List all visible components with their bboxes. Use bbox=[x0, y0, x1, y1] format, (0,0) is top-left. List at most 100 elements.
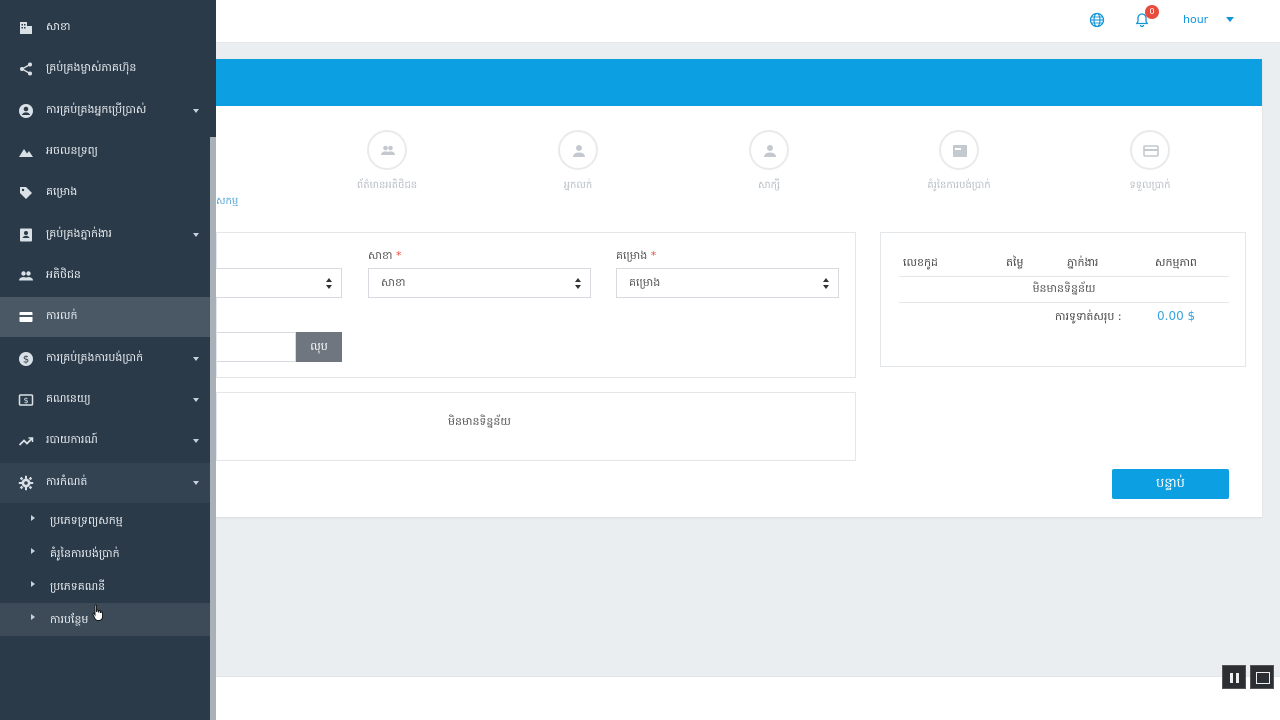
dollar-icon: $ bbox=[18, 351, 34, 367]
calendar-icon bbox=[939, 130, 979, 170]
search-input[interactable] bbox=[217, 332, 296, 362]
step-seller[interactable]: អ្នកលក់ bbox=[518, 130, 638, 193]
sidebar-subitem-label: ប្រភេទគណនី bbox=[50, 580, 106, 593]
credit-card-icon bbox=[18, 309, 34, 325]
picture-in-picture-button[interactable] bbox=[1250, 665, 1274, 689]
step-label-products[interactable]: សកម្ម bbox=[216, 194, 238, 209]
svg-text:$: $ bbox=[23, 396, 28, 405]
sidebar-item-label: ការគ្រប់គ្រងអ្នកប្រើប្រាស់ bbox=[46, 103, 147, 116]
pause-button[interactable] bbox=[1222, 665, 1246, 689]
caret-right-icon bbox=[31, 548, 35, 554]
sidebar-item-label: សាខា bbox=[46, 20, 71, 33]
card-header bbox=[216, 59, 1262, 106]
column-header: ភ្នាក់ងារ bbox=[1067, 256, 1099, 269]
next-button[interactable]: បន្ទាប់ bbox=[1112, 469, 1229, 499]
user-icon bbox=[558, 130, 598, 170]
column-header: សកម្មភាព bbox=[1155, 256, 1197, 269]
summary-table-header: លេខកូដ តម្លៃ ភ្នាក់ងារ សកម្មភាព bbox=[899, 251, 1229, 277]
users-icon bbox=[367, 130, 407, 170]
sidebar-item-label: គ្រប់គ្រងភ្នាក់ងារ bbox=[46, 227, 112, 240]
credit-card-icon bbox=[1130, 130, 1170, 170]
notification-badge: 0 bbox=[1145, 5, 1159, 19]
chevron-down-icon[interactable] bbox=[1226, 17, 1234, 22]
branch-select[interactable]: សាខា bbox=[368, 268, 591, 298]
sidebar-subitem-additions[interactable]: ការបន្ថែម bbox=[0, 603, 210, 636]
chevron-down-icon bbox=[193, 357, 199, 361]
sidebar-item-accounting[interactable]: $ គណនេយ្យ bbox=[0, 380, 210, 420]
sidebar-item-label: អតិថិជន bbox=[46, 268, 81, 281]
gear-icon bbox=[18, 475, 34, 491]
step-label: គំរូនៃការបង់ប្រាក់ bbox=[927, 180, 991, 191]
sidebar-subitem-label: ប្រភេទទ្រព្យសកម្ម bbox=[50, 514, 123, 527]
sidebar-item-label: គណនេយ្យ bbox=[46, 392, 91, 405]
sidebar-item-projects[interactable]: គម្រោង bbox=[0, 173, 210, 213]
caret-right-icon bbox=[31, 581, 35, 587]
chevron-down-icon bbox=[193, 398, 199, 402]
svg-text:$: $ bbox=[23, 355, 29, 366]
sidebar-item-label: ការគ្រប់គ្រងការបង់ប្រាក់ bbox=[46, 351, 144, 364]
column-header: តម្លៃ bbox=[1006, 256, 1024, 269]
total-payment-label: ការទូទាត់សរុប : bbox=[1055, 310, 1122, 323]
delete-button[interactable]: លុប bbox=[296, 332, 342, 362]
main-content: សកម្ម ព័ត៌មានអតិថិជន អ្នកលក់ សាក្សី គំរូ… bbox=[216, 43, 1280, 676]
caret-right-icon bbox=[31, 614, 35, 620]
sidebar-item-payments[interactable]: $ ការគ្រប់គ្រងការបង់ប្រាក់ bbox=[0, 339, 210, 379]
trending-icon bbox=[18, 433, 34, 449]
landscape-icon bbox=[18, 144, 34, 160]
sidebar-item-properties[interactable]: អចលនទ្រព្យ bbox=[0, 132, 210, 172]
sidebar-subitem-asset-types[interactable]: ប្រភេទទ្រព្យសកម្ម bbox=[0, 504, 210, 537]
share-icon bbox=[18, 61, 34, 77]
total-payment-value: 0.00 $ bbox=[1157, 309, 1196, 323]
sidebar-item-label: របាយការណ៍ bbox=[46, 433, 98, 446]
chevron-down-icon bbox=[193, 481, 199, 485]
sidebar-item-branch[interactable]: សាខា bbox=[0, 8, 210, 48]
sidebar-subitem-account-types[interactable]: ប្រភេទគណនី bbox=[0, 570, 210, 603]
id-badge-icon bbox=[18, 227, 34, 243]
empty-message: មិនមានទិន្នន័យ bbox=[448, 415, 511, 428]
chevron-down-icon bbox=[193, 109, 199, 113]
sidebar-item-sales[interactable]: ការលក់ bbox=[0, 297, 210, 337]
sidebar-item-label: ការលក់ bbox=[46, 309, 78, 322]
step-customer-info[interactable]: ព័ត៌មានអតិថិជន bbox=[327, 130, 447, 193]
branch-select-value: សាខា bbox=[381, 276, 406, 289]
sidebar-item-label: អចលនទ្រព្យ bbox=[46, 144, 98, 157]
user-icon bbox=[749, 130, 789, 170]
plan-select[interactable]: គម្រោង bbox=[616, 268, 839, 298]
building-icon bbox=[18, 20, 34, 36]
tag-icon bbox=[18, 185, 34, 201]
sidebar-subitem-payment-templates[interactable]: គំរូនៃការបង់ប្រាក់ bbox=[0, 537, 210, 570]
select-arrows-icon bbox=[823, 278, 830, 289]
sidebar-item-label: ការកំណត់ bbox=[46, 475, 88, 488]
product-form-panel: សាខា * សាខា គម្រោង * គម្រោង លុប bbox=[216, 232, 856, 378]
empty-table-row: មិនមានទិន្នន័យ bbox=[899, 277, 1229, 303]
sidebar-subitem-label: គំរូនៃការបង់ប្រាក់ bbox=[50, 547, 120, 560]
sidebar-item-shareholders[interactable]: គ្រប់គ្រងម្ចាស់ភាគហ៊ុន bbox=[0, 49, 210, 89]
user-circle-icon bbox=[18, 103, 34, 119]
sidebar-item-label: គម្រោង bbox=[46, 185, 78, 198]
step-label: សាក្សី bbox=[757, 180, 781, 191]
sidebar-scrollbar[interactable] bbox=[210, 137, 216, 720]
summary-panel: លេខកូដ តម្លៃ ភ្នាក់ងារ សកម្មភាព មិនមានទិ… bbox=[880, 232, 1246, 367]
sidebar-item-label: គ្រប់គ្រងម្ចាស់ភាគហ៊ុន bbox=[46, 61, 137, 74]
globe-icon[interactable] bbox=[1089, 12, 1105, 28]
user-menu[interactable]: hour bbox=[1183, 13, 1208, 26]
sidebar-item-reports[interactable]: របាយការណ៍ bbox=[0, 421, 210, 461]
chevron-down-icon bbox=[193, 233, 199, 237]
caret-right-icon bbox=[31, 515, 35, 521]
step-receive-payment[interactable]: ទទួលប្រាក់ bbox=[1090, 130, 1210, 193]
step-payment-template[interactable]: គំរូនៃការបង់ប្រាក់ bbox=[899, 130, 1019, 193]
sidebar-item-users[interactable]: ការគ្រប់គ្រងអ្នកប្រើប្រាស់ bbox=[0, 91, 210, 131]
branch-label: សាខា * bbox=[368, 249, 402, 262]
select-arrows-icon bbox=[326, 278, 333, 289]
plan-select-value: គម្រោង bbox=[629, 276, 661, 289]
sidebar-item-settings[interactable]: ការកំណត់ bbox=[0, 463, 210, 503]
sidebar-item-customers[interactable]: អតិថិជន bbox=[0, 256, 210, 296]
column-header: លេខកូដ bbox=[903, 256, 938, 269]
step-label: ព័ត៌មានអតិថិជន bbox=[356, 180, 418, 191]
sidebar-item-agents[interactable]: គ្រប់គ្រងភ្នាក់ងារ bbox=[0, 215, 210, 255]
step-witness[interactable]: សាក្សី bbox=[709, 130, 829, 193]
asset-select[interactable] bbox=[216, 268, 342, 298]
people-icon bbox=[18, 268, 34, 284]
plan-label: គម្រោង * bbox=[616, 249, 657, 262]
select-arrows-icon bbox=[575, 278, 582, 289]
